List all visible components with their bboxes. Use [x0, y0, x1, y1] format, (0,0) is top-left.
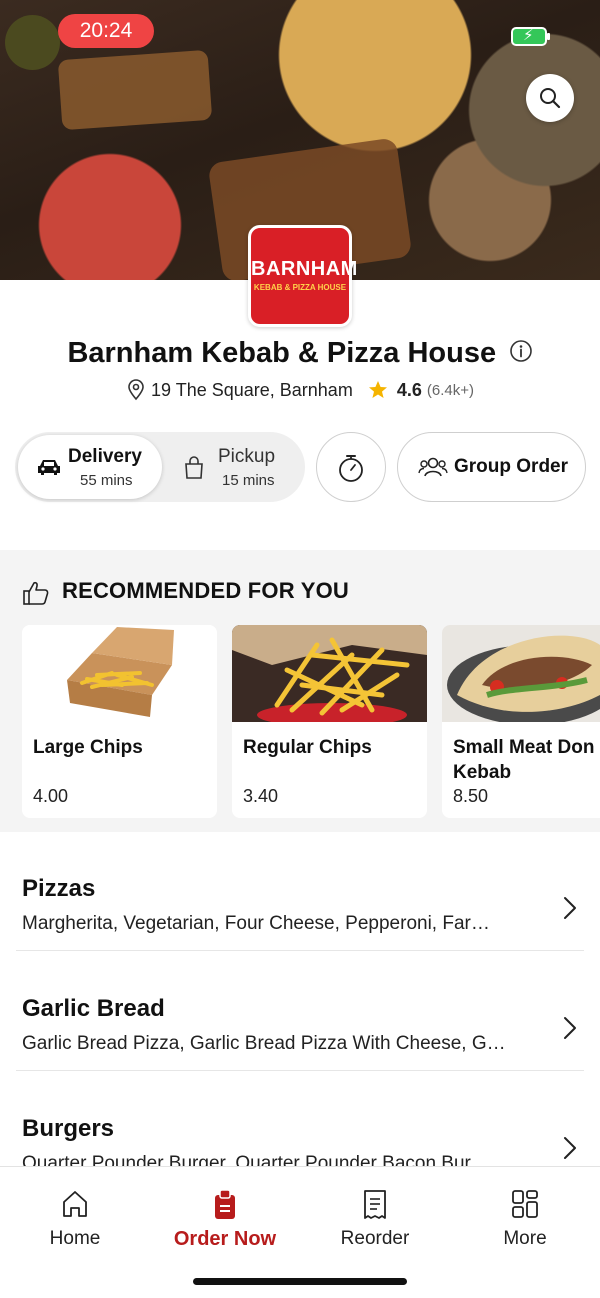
- category-title: Burgers: [22, 1115, 115, 1142]
- tab-label: Order Now: [173, 1228, 277, 1250]
- group-order-button[interactable]: Group Order: [397, 432, 586, 502]
- delivery-label: Delivery: [68, 446, 142, 467]
- tab-home[interactable]: Home: [0, 1167, 150, 1267]
- category-row-pizzas[interactable]: Pizzas Margherita, Vegetarian, Four Chee…: [0, 847, 600, 967]
- home-indicator: [193, 1278, 407, 1285]
- category-title: Garlic Bread: [22, 995, 165, 1022]
- tab-label: Reorder: [340, 1228, 410, 1249]
- recommended-section: RECOMMENDED FOR YOU Large Chips 4.00 Reg…: [0, 550, 600, 832]
- stopwatch-icon: [339, 455, 363, 482]
- info-icon[interactable]: [509, 339, 533, 368]
- star-icon: [368, 381, 387, 399]
- category-description: Margherita, Vegetarian, Four Cheese, Pep…: [22, 913, 490, 934]
- donner-kebab-image: [442, 625, 600, 725]
- tab-label: More: [503, 1228, 547, 1249]
- pickup-time: 15 mins: [222, 472, 275, 489]
- tab-more[interactable]: More: [450, 1167, 600, 1267]
- order-mode-toggle: Delivery 55 mins Pickup 15 mins: [15, 432, 305, 502]
- group-people-icon: [418, 457, 448, 477]
- restaurant-address: 19 The Square, Barnham: [151, 379, 353, 400]
- delivery-option[interactable]: Delivery 55 mins: [18, 435, 162, 499]
- large-chips-image: [22, 625, 217, 722]
- delivery-time: 55 mins: [80, 472, 133, 489]
- restaurant-name: Barnham Kebab & Pizza House: [67, 337, 497, 369]
- shopping-bag-icon: [185, 456, 203, 479]
- tab-label: Home: [49, 1228, 101, 1249]
- rating-count: (6.4k+): [426, 381, 474, 399]
- item-name: Small Meat Don Kebab: [453, 737, 595, 783]
- search-button[interactable]: [526, 74, 574, 122]
- pickup-label: Pickup: [218, 446, 276, 467]
- order-bag-icon: [215, 1189, 235, 1219]
- item-price: 4.00: [33, 786, 69, 806]
- grid-icon: [512, 1190, 538, 1218]
- recommended-item-card[interactable]: Large Chips 4.00: [22, 625, 217, 818]
- search-icon: [540, 88, 561, 109]
- schedule-order-button[interactable]: [316, 432, 386, 502]
- recommended-heading: RECOMMENDED FOR YOU: [62, 578, 349, 603]
- item-price: 3.40: [243, 786, 279, 806]
- divider: [16, 1070, 584, 1071]
- car-icon: [38, 460, 60, 475]
- olives-bowl-decor: [5, 15, 60, 70]
- status-time: 20:24: [58, 14, 154, 48]
- group-order-label: Group Order: [454, 456, 569, 477]
- recommended-item-card[interactable]: Small Meat Don Kebab 8.50: [442, 625, 600, 818]
- restaurant-logo: BARNHAM KEBAB & PIZZA HOUSE: [248, 225, 358, 327]
- receipt-icon: [364, 1190, 386, 1219]
- regular-chips-image: [232, 625, 427, 727]
- logo-text: BARNHAM: [251, 258, 358, 280]
- logo-subtext: KEBAB & PIZZA HOUSE: [253, 283, 347, 292]
- chevron-right-icon: [564, 1017, 576, 1039]
- home-icon: [63, 1191, 87, 1217]
- thumbs-up-icon: [23, 581, 49, 605]
- item-name: Large Chips: [33, 737, 143, 758]
- tab-reorder[interactable]: Reorder: [300, 1167, 450, 1267]
- battery-icon: ⚡: [511, 27, 550, 46]
- category-title: Pizzas: [22, 875, 96, 902]
- category-description: Garlic Bread Pizza, Garlic Bread Pizza W…: [22, 1033, 506, 1054]
- tab-order-now[interactable]: Order Now: [150, 1167, 300, 1267]
- item-price: 8.50: [453, 786, 489, 806]
- location-pin-icon: [128, 379, 144, 401]
- chevron-right-icon: [564, 897, 576, 919]
- pickup-option[interactable]: Pickup 15 mins: [165, 435, 301, 499]
- item-name: Regular Chips: [243, 737, 372, 758]
- rating-value: 4.6: [396, 379, 422, 400]
- divider: [16, 950, 584, 951]
- category-row-garlic-bread[interactable]: Garlic Bread Garlic Bread Pizza, Garlic …: [0, 967, 600, 1087]
- chevron-right-icon: [564, 1137, 576, 1159]
- bread-board-decor: [57, 49, 213, 131]
- recommended-item-card[interactable]: Regular Chips 3.40: [232, 625, 427, 818]
